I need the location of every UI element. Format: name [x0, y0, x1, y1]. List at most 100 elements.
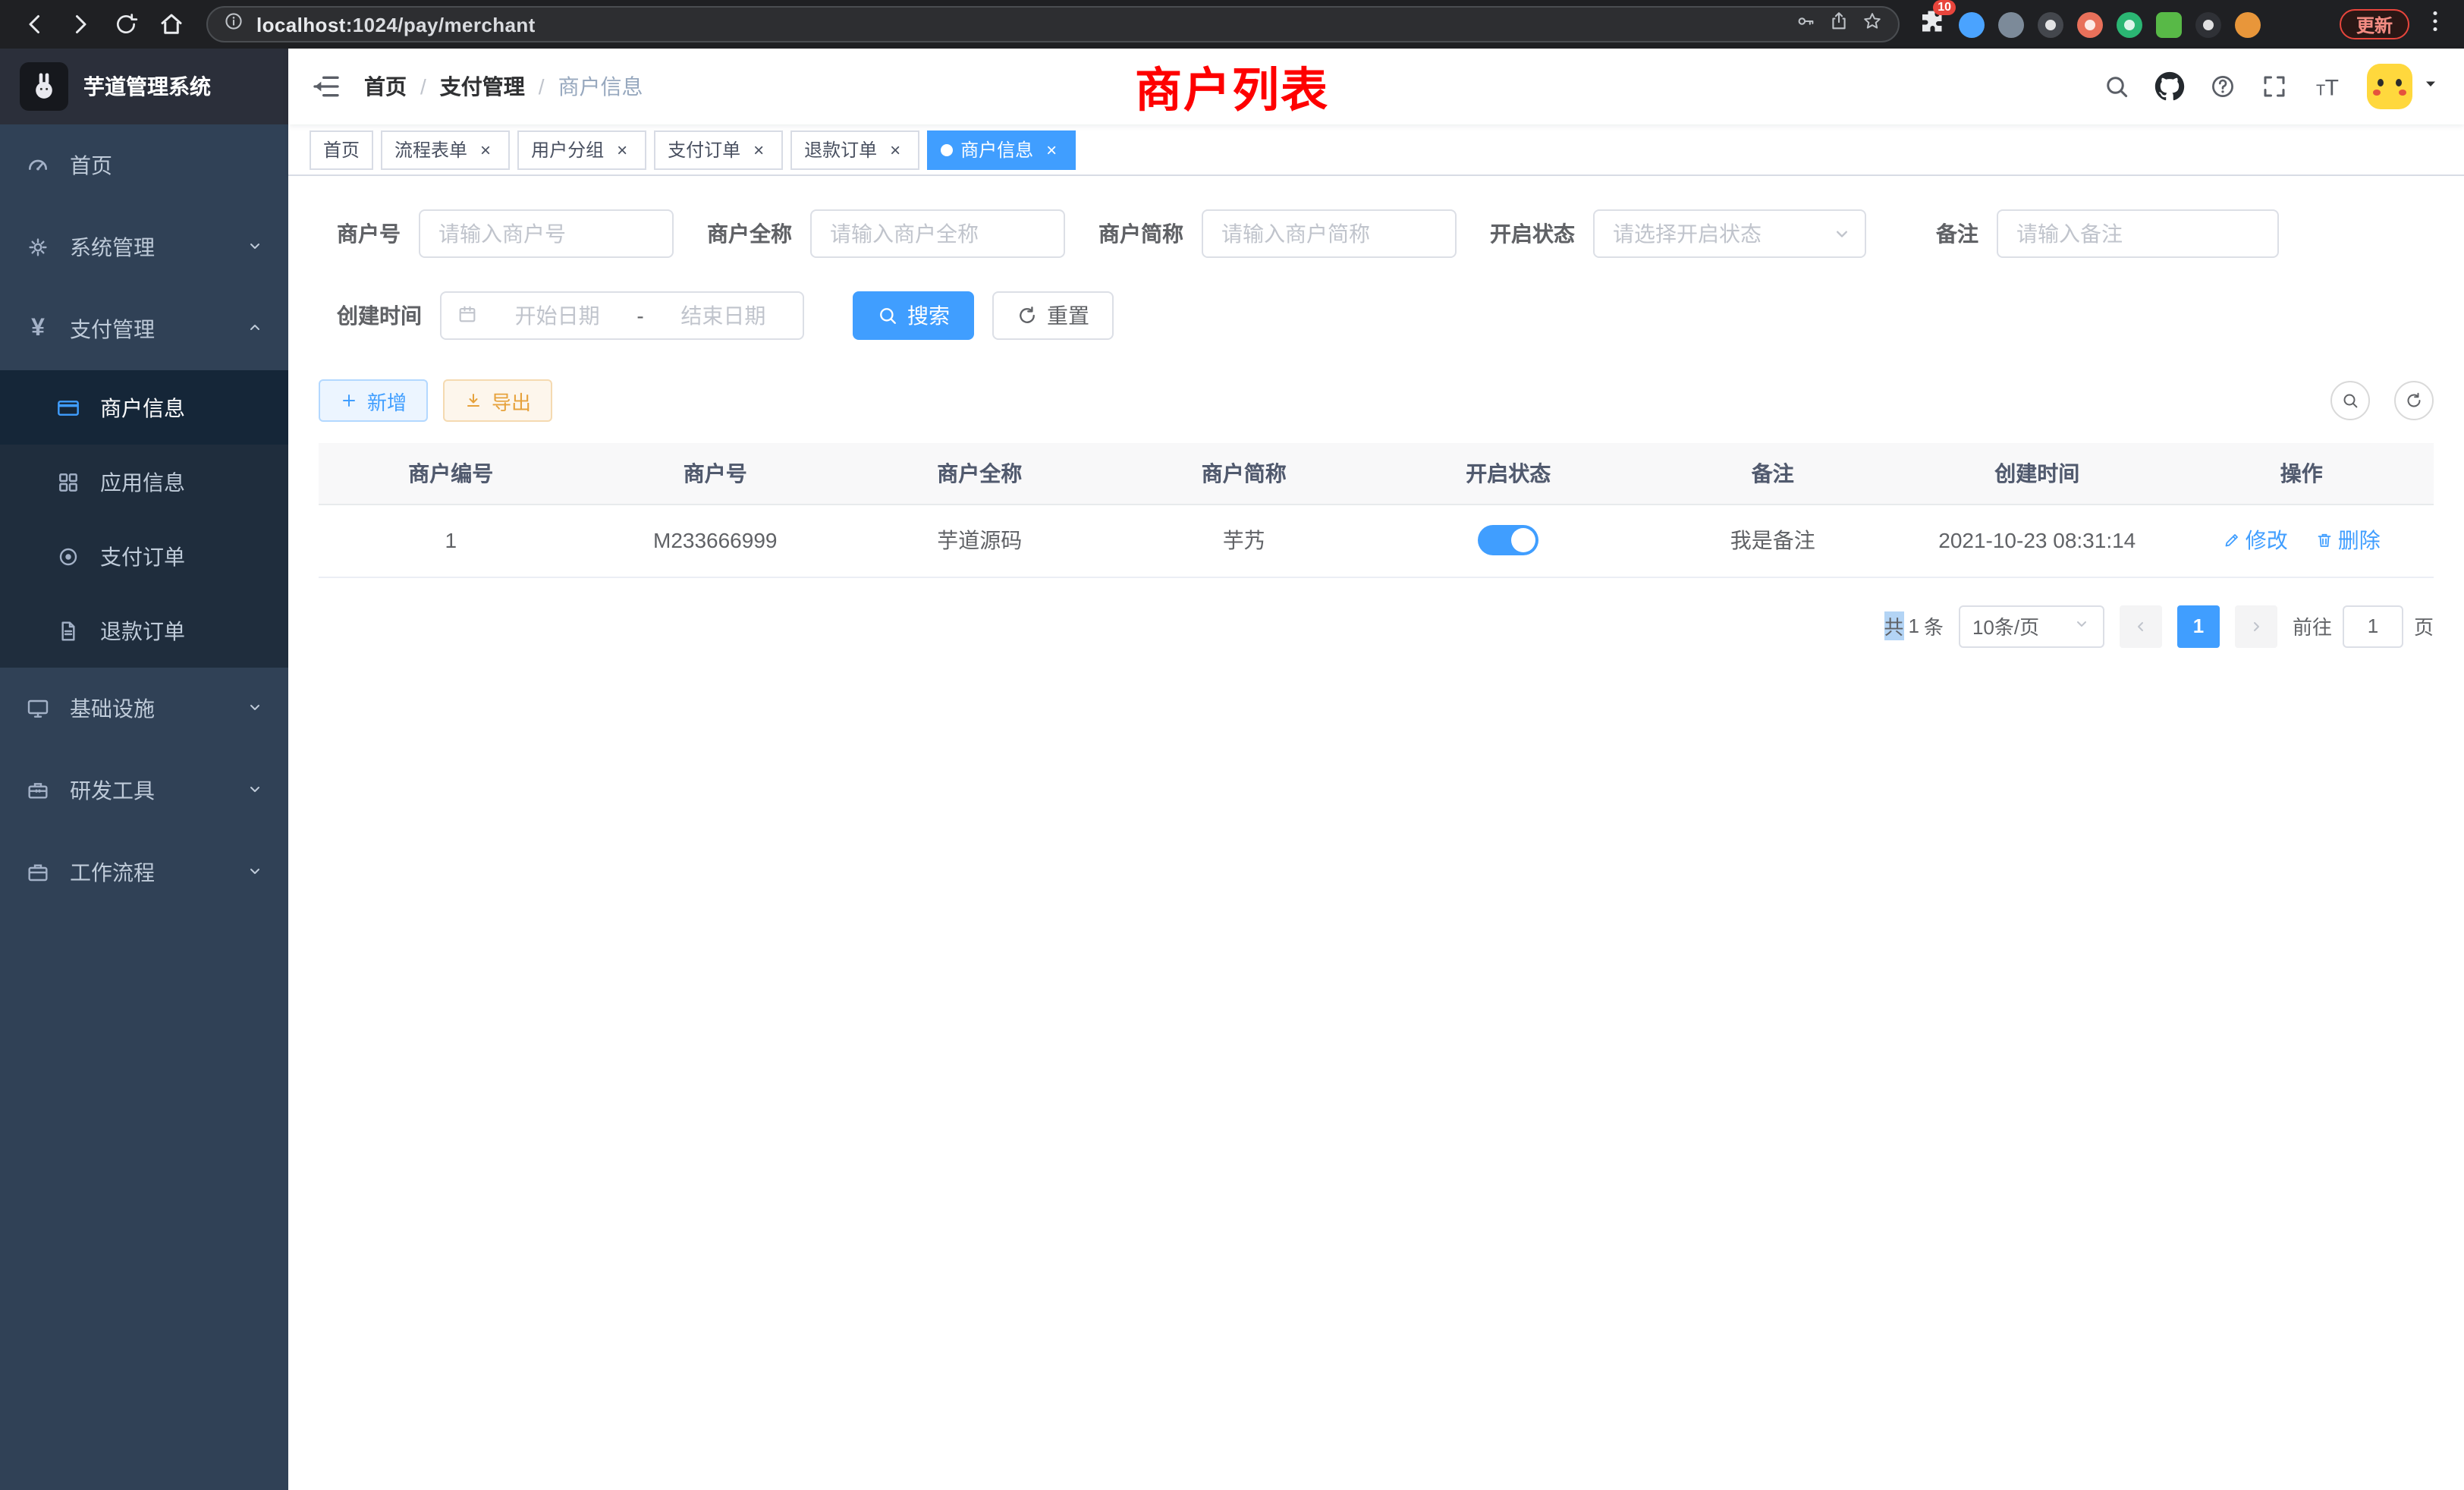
status-select-input[interactable]: [1593, 209, 1866, 258]
filter-label: 备注: [1936, 218, 1978, 249]
sidebar-item-label: 应用信息: [100, 467, 185, 497]
chrome-update-button[interactable]: 更新: [2340, 9, 2409, 39]
total-prefix: 共: [1884, 611, 1903, 640]
github-icon[interactable]: [2154, 71, 2185, 102]
breadcrumb-separator: /: [539, 74, 545, 99]
url-text[interactable]: localhost:1024/pay/merchant: [256, 13, 1783, 36]
caret-down-icon: [2422, 73, 2440, 100]
browser-back-button[interactable]: [15, 5, 55, 44]
reset-button[interactable]: 重置: [992, 291, 1114, 340]
logo-image: [20, 62, 68, 111]
user-avatar-menu[interactable]: [2367, 64, 2440, 109]
sidebar-item-label: 商户信息: [100, 392, 185, 423]
filter-label: 创建时间: [337, 300, 422, 331]
breadcrumb-home[interactable]: 首页: [364, 71, 407, 102]
merchant-no-input[interactable]: [419, 209, 674, 258]
next-page-button[interactable]: [2235, 605, 2277, 647]
date-end-placeholder[interactable]: 结束日期: [659, 300, 787, 331]
extension-icon[interactable]: [1998, 11, 2024, 37]
extension-icon[interactable]: [2038, 11, 2063, 37]
font-size-icon[interactable]: [2312, 71, 2343, 102]
filter-remark: 备注: [1936, 209, 2279, 258]
extensions-puzzle-icon[interactable]: 10: [1918, 7, 1945, 42]
screen: localhost:1024/pay/merchant 10 更新: [0, 0, 2464, 1490]
share-icon[interactable]: [1828, 10, 1850, 39]
delete-label: 删除: [2338, 525, 2381, 555]
browser-home-button[interactable]: [152, 5, 191, 44]
breadcrumb-payment[interactable]: 支付管理: [440, 71, 525, 102]
sidebar-item-merchant-info[interactable]: 商户信息: [0, 370, 288, 445]
toggle-search-button[interactable]: [2330, 381, 2370, 420]
close-icon[interactable]: [885, 139, 906, 160]
tab-user-group[interactable]: 用户分组: [517, 130, 646, 169]
bookmark-star-icon[interactable]: [1862, 10, 1883, 39]
cell-actions: 修改 删除: [2170, 504, 2434, 577]
extension-icon[interactable]: [2077, 11, 2103, 37]
close-icon[interactable]: [611, 139, 633, 160]
browser-menu-icon[interactable]: [2422, 7, 2449, 42]
password-key-icon[interactable]: [1795, 10, 1816, 39]
sidebar-item-label: 工作流程: [70, 857, 155, 888]
chevron-up-icon: [246, 317, 264, 341]
sidebar-item-home[interactable]: 首页: [0, 124, 288, 206]
date-range-picker[interactable]: 开始日期 - 结束日期: [440, 291, 804, 340]
tab-label: 商户信息: [960, 137, 1033, 162]
tab-pay-order[interactable]: 支付订单: [654, 130, 783, 169]
extension-icon[interactable]: [1959, 11, 1985, 37]
close-icon[interactable]: [748, 139, 769, 160]
delete-link[interactable]: 删除: [2315, 525, 2381, 555]
edit-link[interactable]: 修改: [2223, 525, 2288, 555]
sidebar-item-workflow[interactable]: 工作流程: [0, 831, 288, 913]
page-size-select[interactable]: 10条/页: [1959, 605, 2104, 647]
help-icon[interactable]: [2209, 73, 2236, 100]
browser-reload-button[interactable]: [106, 5, 146, 44]
extension-icon[interactable]: [2156, 11, 2182, 37]
extension-icon[interactable]: [2117, 11, 2142, 37]
remark-input[interactable]: [1997, 209, 2279, 258]
sidebar-item-dev-tools[interactable]: 研发工具: [0, 750, 288, 831]
status-select[interactable]: [1593, 209, 1866, 258]
card-icon: [55, 395, 82, 420]
browser-forward-button[interactable]: [61, 5, 100, 44]
sidebar-toggle-icon[interactable]: [288, 49, 364, 124]
extension-icon[interactable]: [2235, 11, 2261, 37]
filter-label: 商户全称: [707, 218, 792, 249]
short-name-input[interactable]: [1202, 209, 1457, 258]
sidebar-submenu-payment: 商户信息 应用信息 支付订单 退款订单: [0, 370, 288, 668]
fullscreen-icon[interactable]: [2261, 73, 2288, 100]
annotation-merchant-list: 商户列表: [1135, 52, 1329, 120]
close-icon[interactable]: [475, 139, 496, 160]
goto-page-input[interactable]: [2343, 605, 2403, 647]
search-button[interactable]: 搜索: [853, 291, 974, 340]
search-button-label: 搜索: [907, 300, 950, 331]
tab-home[interactable]: 首页: [310, 130, 373, 169]
export-button[interactable]: 导出: [443, 379, 552, 422]
close-icon[interactable]: [1041, 139, 1062, 160]
sidebar-item-infrastructure[interactable]: 基础设施: [0, 668, 288, 750]
extension-icon[interactable]: [2195, 11, 2221, 37]
sidebar-item-pay-order[interactable]: 支付订单: [0, 519, 288, 593]
add-button[interactable]: 新增: [319, 379, 428, 422]
tab-process-form[interactable]: 流程表单: [381, 130, 510, 169]
filter-row-1: 商户号 商户全称 商户简称 开启状态: [337, 209, 2434, 258]
search-icon[interactable]: [2103, 73, 2130, 100]
navbar-actions: [2103, 64, 2464, 109]
status-toggle[interactable]: [1478, 525, 1538, 555]
site-info-icon[interactable]: [223, 10, 244, 39]
col-short-name: 商户简称: [1112, 443, 1377, 504]
prev-page-button[interactable]: [2120, 605, 2162, 647]
refresh-table-button[interactable]: [2394, 381, 2434, 420]
sidebar-item-refund-order[interactable]: 退款订单: [0, 593, 288, 668]
date-start-placeholder[interactable]: 开始日期: [493, 300, 621, 331]
address-bar[interactable]: localhost:1024/pay/merchant: [206, 6, 1900, 42]
tab-label: 支付订单: [668, 137, 740, 162]
sidebar-item-payment[interactable]: 支付管理: [0, 288, 288, 370]
page-number-1[interactable]: 1: [2177, 605, 2220, 647]
tab-merchant-info[interactable]: 商户信息: [927, 130, 1076, 169]
sidebar-logo[interactable]: 芋道管理系统: [0, 49, 288, 124]
cell-full-name: 芋道源码: [847, 504, 1112, 577]
full-name-input[interactable]: [810, 209, 1065, 258]
tab-refund-order[interactable]: 退款订单: [790, 130, 919, 169]
sidebar-item-system[interactable]: 系统管理: [0, 206, 288, 288]
sidebar-item-app-info[interactable]: 应用信息: [0, 445, 288, 519]
